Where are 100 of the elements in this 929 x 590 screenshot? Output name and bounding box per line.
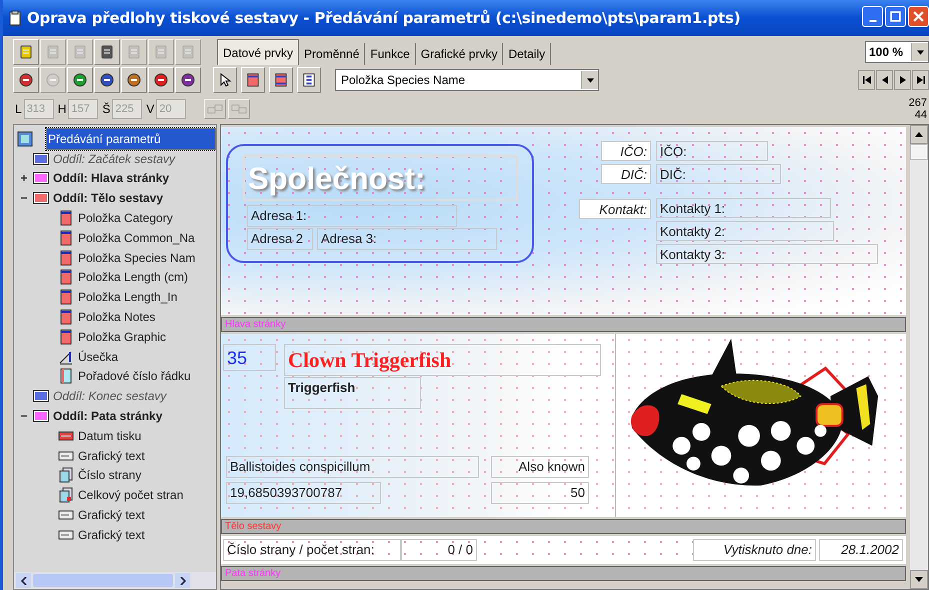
- field-icon: [58, 250, 74, 266]
- tree-item[interactable]: Položka Graphic: [77, 330, 168, 344]
- report-field[interactable]: Adresa 1:: [247, 205, 457, 227]
- field-icon: [58, 289, 74, 306]
- field-caption[interactable]: IČO:: [601, 141, 651, 161]
- value-field[interactable]: 50: [491, 482, 589, 504]
- align-icon: [231, 104, 248, 114]
- number-field[interactable]: 35: [223, 344, 276, 371]
- tree-item[interactable]: Grafický text: [77, 508, 146, 522]
- pages-icon: [58, 487, 74, 504]
- tree-item[interactable]: Číslo strany: [77, 468, 142, 482]
- tab[interactable]: Datové prvky: [217, 39, 300, 65]
- field-icon: [58, 309, 74, 326]
- band-label: Pata stránky: [224, 568, 281, 579]
- geometry-label: V: [146, 102, 154, 116]
- first-icon: [862, 76, 870, 84]
- row-number-icon: [58, 368, 74, 384]
- field-caption[interactable]: Kontakt:: [579, 199, 651, 219]
- value-field[interactable]: 0 / 0: [401, 539, 477, 561]
- expand-icon[interactable]: [20, 174, 28, 182]
- previous-icon: [880, 76, 888, 84]
- report-field[interactable]: DIČ:: [656, 164, 781, 184]
- band-button[interactable]: [269, 67, 293, 93]
- line-icon: [58, 348, 74, 365]
- last-icon: [916, 76, 924, 84]
- geometry-label: Š: [102, 102, 110, 116]
- tree-item[interactable]: Položka Length_In: [77, 290, 178, 304]
- tree-item[interactable]: Oddíl: Hlava stránky: [52, 171, 170, 186]
- align-icon: [207, 104, 224, 114]
- next-button[interactable]: [894, 70, 911, 90]
- tree-item[interactable]: Položka Notes: [77, 310, 156, 324]
- tree-item[interactable]: Oddíl: Tělo sestavy: [52, 191, 164, 206]
- tree-item[interactable]: Položka Category: [77, 211, 174, 226]
- report-field[interactable]: Číslo strany / počet stran:: [223, 539, 401, 561]
- field-caption[interactable]: 28.1.2002: [819, 539, 903, 561]
- tree-item[interactable]: Oddíl: Začátek sestavy: [52, 152, 176, 166]
- field-icon: [58, 328, 74, 345]
- subheading-field[interactable]: Triggerfish: [284, 377, 421, 409]
- last-button[interactable]: [912, 70, 929, 90]
- pointer-button[interactable]: [213, 67, 237, 93]
- report-field[interactable]: Adresa 2: [247, 228, 313, 250]
- band-label: Tělo sestavy: [224, 521, 282, 532]
- tree-item[interactable]: Úsečka: [77, 350, 120, 364]
- report-field[interactable]: IČO:: [656, 141, 768, 161]
- element-select[interactable]: Položka Species Name: [335, 69, 599, 91]
- minimize-icon: [868, 20, 876, 22]
- close-icon: [913, 11, 924, 22]
- tree-item[interactable]: Položka Species Nam: [77, 250, 196, 265]
- field-icon: [58, 210, 74, 226]
- field-icon: [58, 230, 74, 246]
- field-icon: [58, 269, 74, 286]
- tree-item[interactable]: Grafický text: [77, 448, 146, 463]
- zoom-select[interactable]: 100 %: [865, 41, 929, 63]
- caret-icon: [586, 78, 594, 82]
- minimize-button[interactable]: [862, 6, 883, 27]
- scroll-left-icon[interactable]: [20, 576, 26, 584]
- report-field[interactable]: Kontakty 3:: [656, 244, 878, 264]
- cursor-position: 44: [914, 109, 927, 121]
- report-field[interactable]: Kontakty 1:: [656, 198, 831, 218]
- value-field[interactable]: Also known: [491, 456, 589, 478]
- tree-item[interactable]: Celkový počet stran: [77, 488, 184, 502]
- tree-item[interactable]: Datum tisku: [77, 428, 142, 443]
- scroll-up-icon[interactable]: [915, 132, 923, 137]
- field-caption[interactable]: DIČ:: [601, 164, 651, 184]
- next-icon: [898, 76, 906, 84]
- previous-button[interactable]: [876, 70, 893, 90]
- list-button[interactable]: [297, 67, 321, 93]
- tree-item[interactable]: Pořadové číslo řádku: [77, 369, 192, 384]
- list-icon: [302, 72, 316, 88]
- field-caption[interactable]: Vytisknuto dne:: [693, 539, 816, 561]
- caret-icon: [916, 50, 924, 54]
- report-field[interactable]: Ballistoides conspicillum: [226, 456, 479, 478]
- maximize-icon: [890, 11, 901, 22]
- horizontal-scrollbar[interactable]: [14, 572, 216, 589]
- tree-item[interactable]: Položka Common_Na: [77, 230, 196, 245]
- band-button[interactable]: [241, 67, 265, 93]
- report-field[interactable]: Kontakty 2:: [656, 221, 834, 241]
- report-field[interactable]: 19,6850393700787: [226, 482, 381, 504]
- document-icon: [18, 44, 34, 60]
- tree-item[interactable]: Položka Length (cm): [77, 270, 190, 284]
- tree-item[interactable]: Oddíl: Pata stránky: [52, 409, 164, 424]
- band-icon: [246, 72, 260, 88]
- document-button[interactable]: [13, 39, 39, 65]
- document-icon: [9, 10, 21, 26]
- scroll-thumb[interactable]: [910, 144, 928, 160]
- scroll-right-icon[interactable]: [180, 576, 186, 584]
- scroll-thumb[interactable]: [33, 574, 173, 587]
- tree-item[interactable]: Oddíl: Konec sestavy: [52, 389, 168, 404]
- close-button[interactable]: [908, 6, 929, 27]
- geometry-label: L: [15, 102, 22, 116]
- tree-item[interactable]: Grafický text: [77, 528, 146, 542]
- tree-item[interactable]: Předávání parametrů: [46, 128, 216, 150]
- page-icon: [58, 467, 74, 484]
- vertical-scrollbar[interactable]: [910, 125, 928, 589]
- maximize-button[interactable]: [885, 6, 906, 27]
- band-label: Hlava stránky: [224, 319, 286, 330]
- report-field[interactable]: Adresa 3:: [317, 228, 497, 250]
- scroll-down-icon[interactable]: [915, 577, 923, 582]
- first-button[interactable]: [858, 70, 875, 90]
- geometry-label: H: [58, 102, 66, 116]
